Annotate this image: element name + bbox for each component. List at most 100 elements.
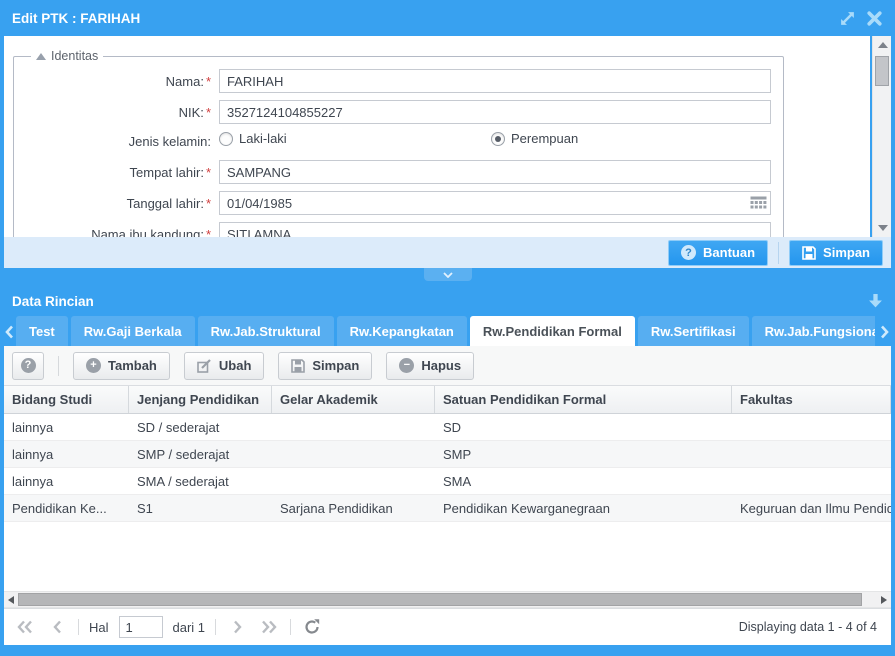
cell-jenjang: SMP / sederajat xyxy=(129,441,272,467)
jenis-kelamin-label: Jenis kelamin: xyxy=(14,134,219,149)
close-icon[interactable] xyxy=(866,10,883,27)
cell-jenjang: SD / sederajat xyxy=(129,414,272,440)
column-header-fakultas[interactable]: Fakultas xyxy=(732,386,891,413)
scrollbar-thumb[interactable] xyxy=(875,56,889,86)
cell-satuan: SD xyxy=(435,414,732,440)
tab-rw-jab-struktural[interactable]: Rw.Jab.Struktural xyxy=(198,316,334,346)
scrollbar-thumb[interactable] xyxy=(18,593,862,606)
paging-divider xyxy=(290,619,291,635)
dialog-footer: ? Bantuan Simpan xyxy=(4,237,891,268)
save-icon xyxy=(291,359,305,373)
tanggal-lahir-label: Tanggal lahir:* xyxy=(14,196,219,211)
grid-help-button[interactable]: ? xyxy=(12,352,44,380)
form-vertical-scrollbar[interactable] xyxy=(872,36,891,237)
nik-field[interactable] xyxy=(219,100,771,124)
tab-test[interactable]: Test xyxy=(16,316,68,346)
nama-ibu-field[interactable] xyxy=(219,222,771,237)
cell-gelar xyxy=(272,414,435,440)
grid-horizontal-scrollbar[interactable] xyxy=(4,591,891,608)
minus-circle-icon: − xyxy=(399,358,414,373)
hal-label: Hal xyxy=(89,620,109,635)
required-marker: * xyxy=(206,105,211,120)
toolbar-divider xyxy=(58,356,59,376)
chevron-down-icon xyxy=(443,272,453,278)
column-header-gelar-akademik[interactable]: Gelar Akademik xyxy=(272,386,435,413)
tab-rw-kepangkatan[interactable]: Rw.Kepangkatan xyxy=(337,316,467,346)
scroll-down-icon[interactable] xyxy=(878,225,888,231)
data-rincian-header: Data Rincian xyxy=(0,286,895,316)
cell-jenjang: S1 xyxy=(129,495,272,521)
last-page-icon[interactable] xyxy=(258,616,280,638)
table-row[interactable]: Pendidikan Ke... S1 Sarjana Pendidikan P… xyxy=(4,495,891,522)
column-header-satuan-pendidikan[interactable]: Satuan Pendidikan Formal xyxy=(435,386,732,413)
required-marker: * xyxy=(206,165,211,180)
identitas-legend[interactable]: Identitas xyxy=(31,49,103,63)
identitas-legend-label: Identitas xyxy=(51,49,98,63)
cell-satuan: SMP xyxy=(435,441,732,467)
required-marker: * xyxy=(206,227,211,238)
nama-ibu-label: Nama ibu kandung:* xyxy=(14,227,219,238)
column-header-bidang-studi[interactable]: Bidang Studi xyxy=(4,386,129,413)
radio-perempuan[interactable]: Perempuan xyxy=(491,131,578,146)
cell-satuan: SMA xyxy=(435,468,732,494)
simpan-button[interactable]: Simpan xyxy=(789,240,883,266)
hapus-button[interactable]: − Hapus xyxy=(386,352,474,380)
prev-page-icon[interactable] xyxy=(46,616,68,638)
cell-fakultas xyxy=(732,441,891,467)
tanggal-lahir-field[interactable] xyxy=(219,191,771,215)
field-row-nama-ibu: Nama ibu kandung:* xyxy=(14,222,775,237)
scroll-right-icon[interactable] xyxy=(881,596,887,604)
cell-bidang-studi: lainnya xyxy=(4,414,129,440)
nama-field[interactable] xyxy=(219,69,771,93)
tambah-button[interactable]: + Tambah xyxy=(73,352,170,380)
tab-rw-sertifikasi[interactable]: Rw.Sertifikasi xyxy=(638,316,749,346)
page-number-input[interactable] xyxy=(119,616,163,638)
table-row[interactable]: lainnya SMA / sederajat SMA xyxy=(4,468,891,495)
dialog-title: Edit PTK : FARIHAH xyxy=(12,11,140,26)
radio-laki-laki[interactable]: Laki-laki xyxy=(219,131,287,146)
refresh-icon[interactable] xyxy=(301,616,323,638)
bantuan-button[interactable]: ? Bantuan xyxy=(668,240,768,266)
tab-scroll-right-icon[interactable] xyxy=(877,319,891,345)
grid-simpan-button[interactable]: Simpan xyxy=(278,352,372,380)
identitas-fieldset: Identitas Nama:* NIK:* Jenis kelamin: xyxy=(13,49,784,237)
scroll-left-icon[interactable] xyxy=(8,596,14,604)
rincian-tabbar: Test Rw.Gaji Berkala Rw.Jab.Struktural R… xyxy=(0,316,895,346)
required-marker: * xyxy=(206,196,211,211)
calendar-icon[interactable] xyxy=(750,195,767,211)
collapse-triangle-icon xyxy=(36,53,46,60)
field-row-tempat-lahir: Tempat lahir:* xyxy=(14,160,775,184)
tab-scroll-left-icon[interactable] xyxy=(2,319,16,345)
paging-toolbar: Hal dari 1 Displaying data 1 - 4 of 4 xyxy=(4,608,891,645)
cell-jenjang: SMA / sederajat xyxy=(129,468,272,494)
next-page-icon[interactable] xyxy=(226,616,248,638)
scroll-up-icon[interactable] xyxy=(878,42,888,48)
tab-rw-pendidikan-formal[interactable]: Rw.Pendidikan Formal xyxy=(470,316,635,346)
maximize-icon[interactable] xyxy=(839,10,856,27)
data-rincian-title: Data Rincian xyxy=(12,294,94,309)
tab-rw-gaji-berkala[interactable]: Rw.Gaji Berkala xyxy=(71,316,195,346)
panel-collapse-handle[interactable] xyxy=(424,268,472,281)
tab-rw-jab-fungsional[interactable]: Rw.Jab.Fungsional xyxy=(752,316,875,346)
grid-simpan-button-label: Simpan xyxy=(312,358,359,373)
table-row[interactable]: lainnya SD / sederajat SD xyxy=(4,414,891,441)
tempat-lahir-field[interactable] xyxy=(219,160,771,184)
table-row[interactable]: lainnya SMP / sederajat SMP xyxy=(4,441,891,468)
radio-checked-icon xyxy=(491,132,505,146)
cell-gelar: Sarjana Pendidikan xyxy=(272,495,435,521)
column-header-jenjang-pendidikan[interactable]: Jenjang Pendidikan xyxy=(129,386,272,413)
rincian-content-panel: ? + Tambah Ubah Simpan xyxy=(4,346,891,645)
footer-divider xyxy=(778,242,779,264)
radio-laki-laki-label: Laki-laki xyxy=(239,131,287,146)
help-icon: ? xyxy=(681,245,696,260)
paging-status: Displaying data 1 - 4 of 4 xyxy=(739,620,881,634)
tambah-button-label: Tambah xyxy=(108,358,157,373)
first-page-icon[interactable] xyxy=(14,616,36,638)
field-row-jenis-kelamin: Jenis kelamin: Laki-laki Perempuan xyxy=(14,131,775,151)
cell-fakultas: Keguruan dan Ilmu Pendidi xyxy=(732,495,891,521)
nama-label: Nama:* xyxy=(14,74,219,89)
cell-bidang-studi: Pendidikan Ke... xyxy=(4,495,129,521)
collapse-down-arrow-icon[interactable] xyxy=(868,294,883,308)
ubah-button[interactable]: Ubah xyxy=(184,352,265,380)
ubah-button-label: Ubah xyxy=(219,358,252,373)
